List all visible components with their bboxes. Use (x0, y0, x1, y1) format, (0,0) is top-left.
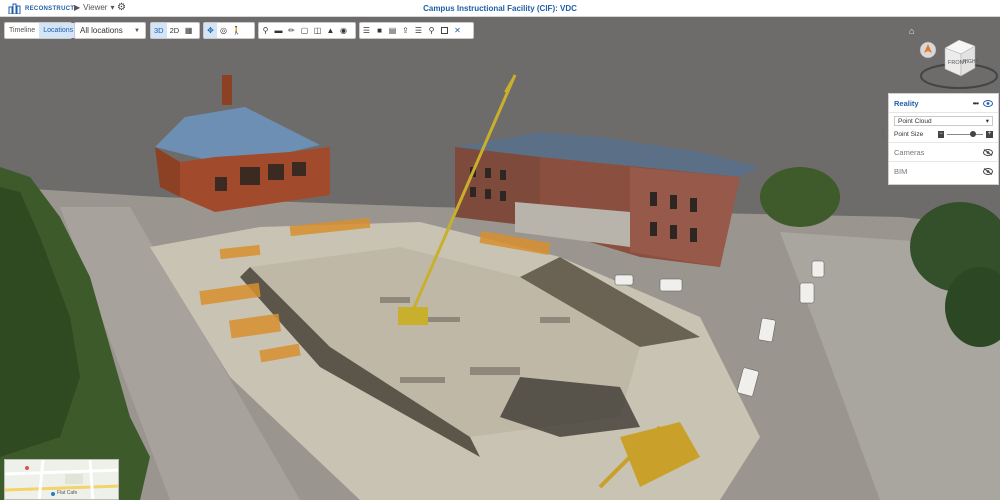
select-box-icon[interactable] (438, 23, 451, 38)
search-icon[interactable]: ⚲ (425, 23, 438, 38)
pointcloud-select[interactable]: Point Cloud ▾ (894, 116, 993, 126)
point-cloud-render[interactable] (0, 17, 1000, 500)
folder-icon[interactable]: ▤ (386, 23, 399, 38)
reality-panel-header: Reality ••• (889, 94, 998, 113)
globe-icon[interactable]: ◉ (337, 23, 350, 38)
bim-row[interactable]: BIM (889, 161, 998, 180)
drag-handle-icon[interactable]: • • • (882, 128, 884, 141)
top-app-bar: RECONSTRUCT ▶ Viewer ▾ ⚙ Campus Instruct… (0, 0, 1000, 17)
navigation-cube[interactable]: FRONT RIGHT (915, 36, 999, 92)
orbit-icon[interactable]: ✥ (204, 23, 217, 38)
location-select[interactable]: All locations ▼ (74, 22, 146, 39)
chevron-down-icon: ▼ (134, 27, 140, 34)
point-size-row: • • • Point Size − + (882, 126, 998, 142)
reality-panel: Reality ••• Point Cloud ▾ • • • Point Size… (882, 93, 999, 185)
area-icon[interactable]: ▢ (298, 23, 311, 38)
minimap-place-label: Flat Cafe (57, 490, 78, 496)
viewer-toolbar: Timeline Locations All locations ▼ 3D 2D… (0, 22, 1000, 39)
content-tools: ☰ ■ ▤ ⇪ ☰ ⚲ ✕ (359, 22, 474, 39)
map-pin-icon (25, 466, 29, 470)
bim-label: BIM (894, 166, 908, 176)
point-size-label: Point Size (894, 130, 924, 138)
project-title: Campus Instructional Facility (CIF): VDC (423, 4, 577, 13)
home-icon[interactable]: ⌂ (909, 26, 914, 36)
cameras-label: Cameras (894, 147, 925, 157)
layers-icon[interactable]: ☰ (412, 23, 425, 38)
more-options-icon[interactable]: ••• (973, 99, 979, 108)
point-cloud-viewport[interactable] (0, 17, 1000, 500)
volume-icon[interactable]: ◫ (311, 23, 324, 38)
chevron-down-icon: ▾ (985, 118, 989, 125)
eye-off-icon[interactable] (983, 148, 993, 156)
target-icon[interactable]: ◎ (217, 23, 230, 38)
play-icon: ▶ (74, 3, 81, 12)
point-size-slider[interactable] (947, 131, 984, 137)
upload-icon[interactable]: ⇪ (399, 23, 412, 38)
cameras-row[interactable]: Cameras (889, 142, 998, 161)
pin-icon[interactable]: ⚲ (259, 23, 272, 38)
eye-icon[interactable] (983, 99, 993, 107)
reality-panel-title: Reality (894, 98, 919, 108)
increase-point-size-button[interactable]: + (986, 130, 993, 138)
viewer-menu-label: Viewer (83, 3, 108, 12)
viewer-menu-button[interactable]: ▶ Viewer ▾ (74, 3, 114, 12)
eye-off-icon[interactable] (983, 167, 993, 175)
location-select-value: All locations (80, 26, 123, 35)
walk-icon[interactable]: 🚶 (230, 23, 243, 38)
close-icon[interactable]: ✕ (451, 23, 464, 38)
ruler-icon[interactable]: ▬ (272, 23, 285, 38)
pointcloud-select-value: Point Cloud (898, 117, 932, 125)
2d-button[interactable]: 2D (167, 23, 183, 38)
minimap[interactable]: Flat Cafe (4, 459, 119, 500)
location-dot-icon (51, 492, 55, 496)
dimension-toggle: 3D 2D ▦ (150, 22, 200, 39)
locations-button[interactable]: Locations (39, 23, 78, 38)
timeline-button[interactable]: Timeline (5, 23, 39, 38)
section-icon[interactable]: ▲ (324, 23, 337, 38)
image-icon[interactable]: ▦ (182, 23, 195, 38)
gear-icon[interactable]: ⚙ (117, 2, 126, 14)
measure-tools: ⚲ ▬ ✏ ▢ ◫ ▲ ◉ (258, 22, 356, 39)
cube-right-label: RIGHT (963, 59, 979, 65)
list-icon[interactable]: ☰ (360, 23, 373, 38)
reconstruct-logo[interactable]: RECONSTRUCT (8, 3, 74, 14)
pen-icon[interactable]: ✏ (285, 23, 298, 38)
building-logo-icon (8, 3, 21, 14)
point-size-slider-knob[interactable] (969, 131, 976, 137)
navigation-tools: ✥ ◎ 🚶 (203, 22, 255, 39)
3d-button[interactable]: 3D (151, 23, 167, 38)
view-mode-toggle: Timeline Locations (4, 22, 78, 39)
chevron-down-icon: ▾ (110, 3, 115, 12)
decrease-point-size-button[interactable]: − (937, 130, 945, 138)
logo-text: RECONSTRUCT (25, 5, 75, 12)
briefcase-icon[interactable]: ■ (373, 23, 386, 38)
